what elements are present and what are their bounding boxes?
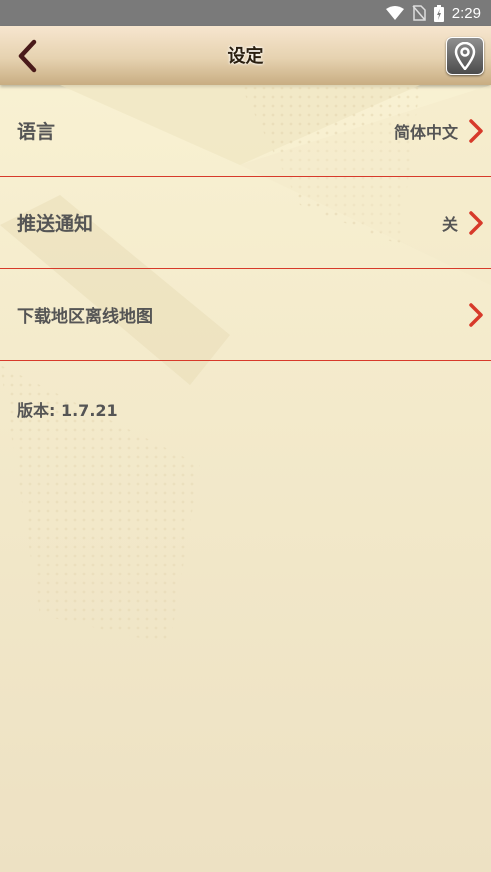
- chevron-right-icon: [468, 210, 484, 235]
- app-bar: 设定: [0, 26, 491, 85]
- settings-list: 语言 简体中文 推送通知 关 下载地区离线地图: [0, 85, 491, 361]
- chevron-right-icon: [468, 302, 484, 327]
- map-pin-icon: [454, 42, 476, 70]
- chevron-right-icon: [468, 118, 484, 143]
- no-sim-icon: [412, 5, 426, 21]
- battery-icon: [433, 4, 444, 22]
- wifi-icon: [385, 6, 404, 20]
- language-label: 语言: [17, 121, 56, 143]
- language-setting-row[interactable]: 语言 简体中文: [0, 85, 491, 177]
- push-notification-label: 推送通知: [17, 213, 94, 235]
- push-notification-row[interactable]: 推送通知 关: [0, 177, 491, 269]
- offline-map-row[interactable]: 下载地区离线地图: [0, 269, 491, 361]
- offline-map-label: 下载地区离线地图: [17, 307, 153, 327]
- language-value: 简体中文: [393, 122, 458, 142]
- page-title: 设定: [227, 46, 264, 67]
- clock: 2:29: [451, 4, 481, 22]
- map-pin-button[interactable]: [446, 37, 484, 75]
- version-text: 版本: 1.7.21: [17, 401, 118, 420]
- status-bar: 2:29: [0, 0, 491, 26]
- push-notification-value: 关: [441, 214, 458, 234]
